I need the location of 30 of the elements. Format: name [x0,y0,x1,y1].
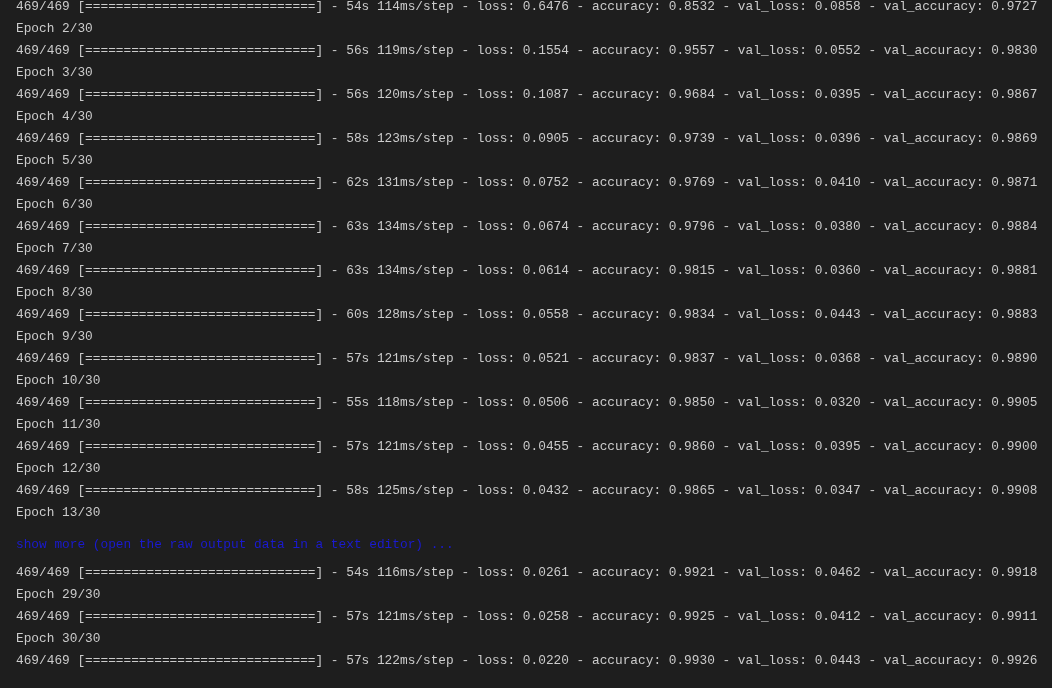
epoch-line: Epoch 8/30 [16,284,94,302]
progress-line: 469/469 [==============================] - 60s 128ms/step - loss: 0.0558 - accuracy: 0.9834 - val_loss: 0.0443 - val_accuracy: 0.9883 [16,306,1039,324]
epoch-line: Epoch 4/30 [16,108,94,126]
progress-line: 469/469 [==============================] - 54s 116ms/step - loss: 0.0261 - accuracy: 0.9921 - val_loss: 0.0462 - val_accuracy: 0.9918 [16,564,1039,582]
progress-line: 469/469 [==============================] - 63s 134ms/step - loss: 0.0614 - accuracy: 0.9815 - val_loss: 0.0360 - val_accuracy: 0.9881 [16,262,1039,280]
epoch-line: Epoch 3/30 [16,64,94,82]
progress-line: 469/469 [==============================] - 57s 121ms/step - loss: 0.0455 - accuracy: 0.9860 - val_loss: 0.0395 - val_accuracy: 0.9900 [16,438,1039,456]
progress-line: 469/469 [==============================] - 56s 120ms/step - loss: 0.1087 - accuracy: 0.9684 - val_loss: 0.0395 - val_accuracy: 0.9867 [16,86,1039,104]
progress-line: 469/469 [==============================] - 57s 121ms/step - loss: 0.0521 - accuracy: 0.9837 - val_loss: 0.0368 - val_accuracy: 0.9890 [16,350,1039,368]
epoch-line: Epoch 2/30 [16,20,94,38]
epoch-line: Epoch 12/30 [16,460,102,478]
progress-line: 469/469 [==============================] - 62s 131ms/step - loss: 0.0752 - accuracy: 0.9769 - val_loss: 0.0410 - val_accuracy: 0.9871 [16,174,1039,192]
progress-line: 469/469 [==============================] - 54s 114ms/step - loss: 0.6476 - accuracy: 0.8532 - val_loss: 0.0858 - val_accuracy: 0.9727 [16,0,1039,16]
epoch-line: Epoch 7/30 [16,240,94,258]
progress-line: 469/469 [==============================] - 55s 118ms/step - loss: 0.0506 - accuracy: 0.9850 - val_loss: 0.0320 - val_accuracy: 0.9905 [16,394,1039,412]
epoch-line: Epoch 13/30 [16,504,102,522]
epoch-line: Epoch 9/30 [16,328,94,346]
epoch-line: Epoch 10/30 [16,372,102,390]
show-more-link[interactable]: show more (open the raw output data in a text editor) ... [16,534,454,556]
progress-line: 469/469 [==============================] - 57s 122ms/step - loss: 0.0220 - accuracy: 0.9930 - val_loss: 0.0443 - val_accuracy: 0.9926 [16,652,1039,670]
epoch-line: Epoch 5/30 [16,152,94,170]
epoch-line: Epoch 29/30 [16,586,102,604]
progress-line: 469/469 [==============================] - 57s 121ms/step - loss: 0.0258 - accuracy: 0.9925 - val_loss: 0.0412 - val_accuracy: 0.9911 [16,608,1039,626]
epoch-line: Epoch 30/30 [16,630,102,648]
progress-line: 469/469 [==============================] - 58s 125ms/step - loss: 0.0432 - accuracy: 0.9865 - val_loss: 0.0347 - val_accuracy: 0.9908 [16,482,1039,500]
epoch-line: Epoch 6/30 [16,196,94,214]
progress-line: 469/469 [==============================] - 63s 134ms/step - loss: 0.0674 - accuracy: 0.9796 - val_loss: 0.0380 - val_accuracy: 0.9884 [16,218,1039,236]
progress-line: 469/469 [==============================] - 58s 123ms/step - loss: 0.0905 - accuracy: 0.9739 - val_loss: 0.0396 - val_accuracy: 0.9869 [16,130,1039,148]
epoch-line: Epoch 11/30 [16,416,102,434]
progress-line: 469/469 [==============================] - 56s 119ms/step - loss: 0.1554 - accuracy: 0.9557 - val_loss: 0.0552 - val_accuracy: 0.9830 [16,42,1039,60]
